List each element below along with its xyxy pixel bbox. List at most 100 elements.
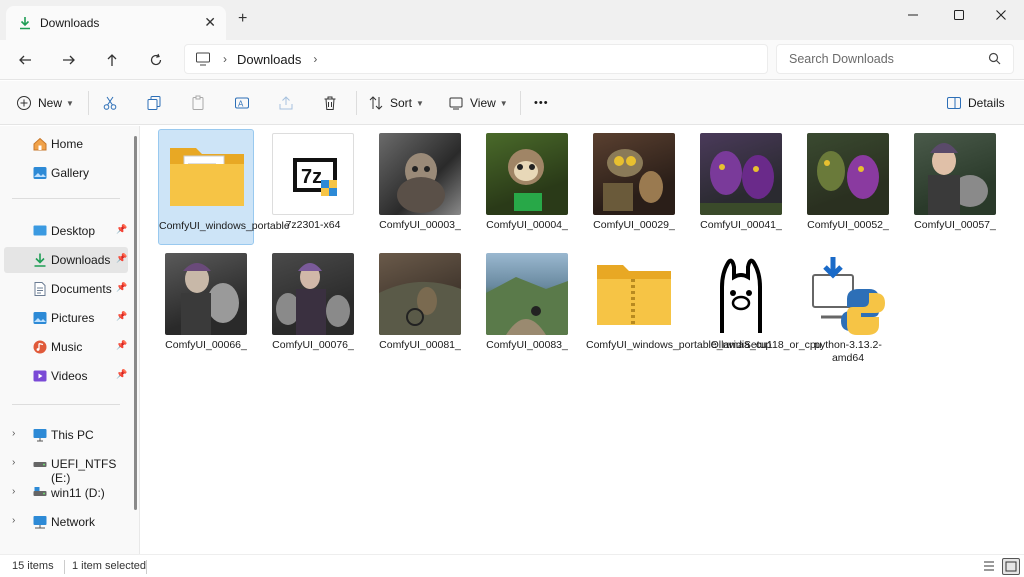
- file-item[interactable]: ComfyUI_windows_portable_nvidia_cu118_or…: [586, 249, 822, 365]
- sidebar-item-desktop[interactable]: Desktop 📌: [4, 218, 128, 244]
- breadcrumb-downloads[interactable]: Downloads: [237, 52, 301, 67]
- search-input[interactable]: Search Downloads: [776, 44, 1014, 74]
- chevron-right-icon[interactable]: ›: [12, 428, 15, 439]
- clipboard-icon: [192, 95, 204, 110]
- image-thumbnail: [807, 133, 889, 215]
- sidebar-item-downloads[interactable]: Downloads 📌: [4, 247, 128, 273]
- chevron-right-icon[interactable]: ›: [12, 486, 15, 497]
- plus-circle-icon: [17, 96, 31, 110]
- maximize-button[interactable]: [936, 0, 982, 30]
- tab-downloads[interactable]: Downloads ✕: [6, 6, 226, 40]
- sidebar-item-home[interactable]: Home: [4, 131, 128, 157]
- computer-icon: [33, 429, 47, 442]
- drive-icon: [33, 487, 47, 496]
- minimize-button[interactable]: [890, 0, 936, 30]
- file-item[interactable]: ComfyUI_00029_: [586, 129, 682, 245]
- details-view-toggle[interactable]: [982, 559, 996, 576]
- file-item[interactable]: OllamaSetup: [693, 249, 789, 365]
- file-item[interactable]: ComfyUI_00066_: [158, 249, 254, 365]
- close-window-button[interactable]: [978, 0, 1024, 30]
- file-item[interactable]: ComfyUI_00003_: [372, 129, 468, 245]
- svg-text:A: A: [238, 100, 244, 109]
- command-bar: New ▼ A Sort ▼ View ▼ ••• Details: [0, 81, 1024, 125]
- sidebar-item-gallery[interactable]: Gallery: [4, 160, 128, 186]
- pin-icon[interactable]: 📌: [116, 282, 127, 293]
- view-button[interactable]: View ▼: [448, 91, 508, 115]
- file-item[interactable]: python-3.13.2-amd64: [800, 249, 896, 365]
- sidebar-item-music[interactable]: Music 📌: [4, 334, 128, 360]
- close-icon: [996, 10, 1006, 20]
- file-item[interactable]: ComfyUI_00083_: [479, 249, 575, 365]
- file-item[interactable]: ComfyUI_windows_portable: [158, 129, 290, 245]
- new-button[interactable]: New ▼: [16, 91, 74, 115]
- pin-icon[interactable]: 📌: [116, 311, 127, 322]
- cut-button[interactable]: [102, 91, 118, 115]
- chevron-right-icon[interactable]: ›: [12, 457, 15, 468]
- address-bar[interactable]: › Downloads ›: [184, 44, 768, 74]
- scissors-icon: [103, 96, 117, 110]
- image-thumbnail: [486, 133, 568, 215]
- sidebar-item-win11[interactable]: › win11 (D:): [4, 480, 128, 506]
- file-item[interactable]: 7z 7z2301-x64: [265, 129, 361, 245]
- chevron-right-icon: ›: [223, 52, 227, 66]
- copy-button[interactable]: [146, 91, 162, 115]
- file-name: ComfyUI_00004_: [486, 219, 568, 231]
- refresh-button[interactable]: [143, 48, 169, 72]
- toolbar-divider: [356, 91, 357, 115]
- sidebar-item-documents[interactable]: Documents 📌: [4, 276, 128, 302]
- tiles-view-toggle[interactable]: [1002, 558, 1020, 575]
- drive-icon: [33, 462, 47, 467]
- file-name: ComfyUI_windows_portable: [159, 220, 290, 232]
- file-item[interactable]: ComfyUI_00052_: [800, 129, 896, 245]
- more-options-button[interactable]: •••: [534, 91, 549, 115]
- share-icon: [279, 96, 293, 110]
- sidebar-item-network[interactable]: › Network: [4, 509, 128, 535]
- sidebar-item-pictures[interactable]: Pictures 📌: [4, 305, 128, 331]
- file-item[interactable]: ComfyUI_00076_: [265, 249, 361, 365]
- chevron-right-icon[interactable]: ›: [12, 515, 15, 526]
- sidebar-label: win11 (D:): [51, 486, 105, 500]
- navigation-bar: › Downloads › Search Downloads: [0, 40, 1024, 80]
- forward-button[interactable]: [56, 48, 82, 72]
- desktop-icon: [33, 225, 47, 236]
- sidebar-item-videos[interactable]: Videos 📌: [4, 363, 128, 389]
- delete-button[interactable]: [322, 91, 338, 115]
- details-button[interactable]: Details: [946, 91, 1005, 115]
- pin-icon[interactable]: 📌: [116, 253, 127, 264]
- title-bar: Downloads ✕ +: [0, 0, 1024, 40]
- tab-title: Downloads: [40, 16, 100, 30]
- sidebar-item-this-pc[interactable]: › This PC: [4, 422, 128, 448]
- sort-button[interactable]: Sort ▼: [368, 91, 424, 115]
- pin-icon[interactable]: 📌: [116, 224, 127, 235]
- sidebar-scrollbar[interactable]: [134, 136, 137, 510]
- file-name: OllamaSetup: [710, 339, 772, 351]
- close-tab-icon[interactable]: ✕: [204, 14, 216, 31]
- new-tab-button[interactable]: +: [238, 10, 247, 28]
- view-icon: [449, 97, 463, 110]
- sort-label: Sort: [390, 96, 413, 110]
- file-name: ComfyUI_00029_: [593, 219, 675, 231]
- file-name: ComfyUI_00057_: [914, 219, 996, 231]
- image-thumbnail: [272, 253, 354, 335]
- image-thumbnail: [486, 253, 568, 335]
- file-item[interactable]: ComfyUI_00081_: [372, 249, 468, 365]
- rename-button[interactable]: A: [234, 91, 250, 115]
- up-button[interactable]: [99, 48, 125, 72]
- image-thumbnail: [700, 133, 782, 215]
- refresh-icon: [150, 53, 162, 66]
- pin-icon[interactable]: 📌: [116, 369, 127, 380]
- file-item[interactable]: ComfyUI_00057_: [907, 129, 1003, 245]
- videos-icon: [33, 370, 47, 382]
- details-label: Details: [968, 96, 1005, 110]
- paste-button[interactable]: [190, 91, 206, 115]
- file-item[interactable]: ComfyUI_00041_: [693, 129, 789, 245]
- ollama-icon: [700, 253, 782, 335]
- back-button[interactable]: [12, 48, 38, 72]
- sidebar-item-uefi-ntfs[interactable]: › UEFI_NTFS (E:): [4, 451, 128, 485]
- file-name: 7z2301-x64: [285, 219, 341, 231]
- sidebar-label: Videos: [51, 369, 88, 383]
- share-button[interactable]: [278, 91, 294, 115]
- pin-icon[interactable]: 📌: [116, 340, 127, 351]
- file-item[interactable]: ComfyUI_00004_: [479, 129, 575, 245]
- file-name: ComfyUI_00081_: [379, 339, 461, 351]
